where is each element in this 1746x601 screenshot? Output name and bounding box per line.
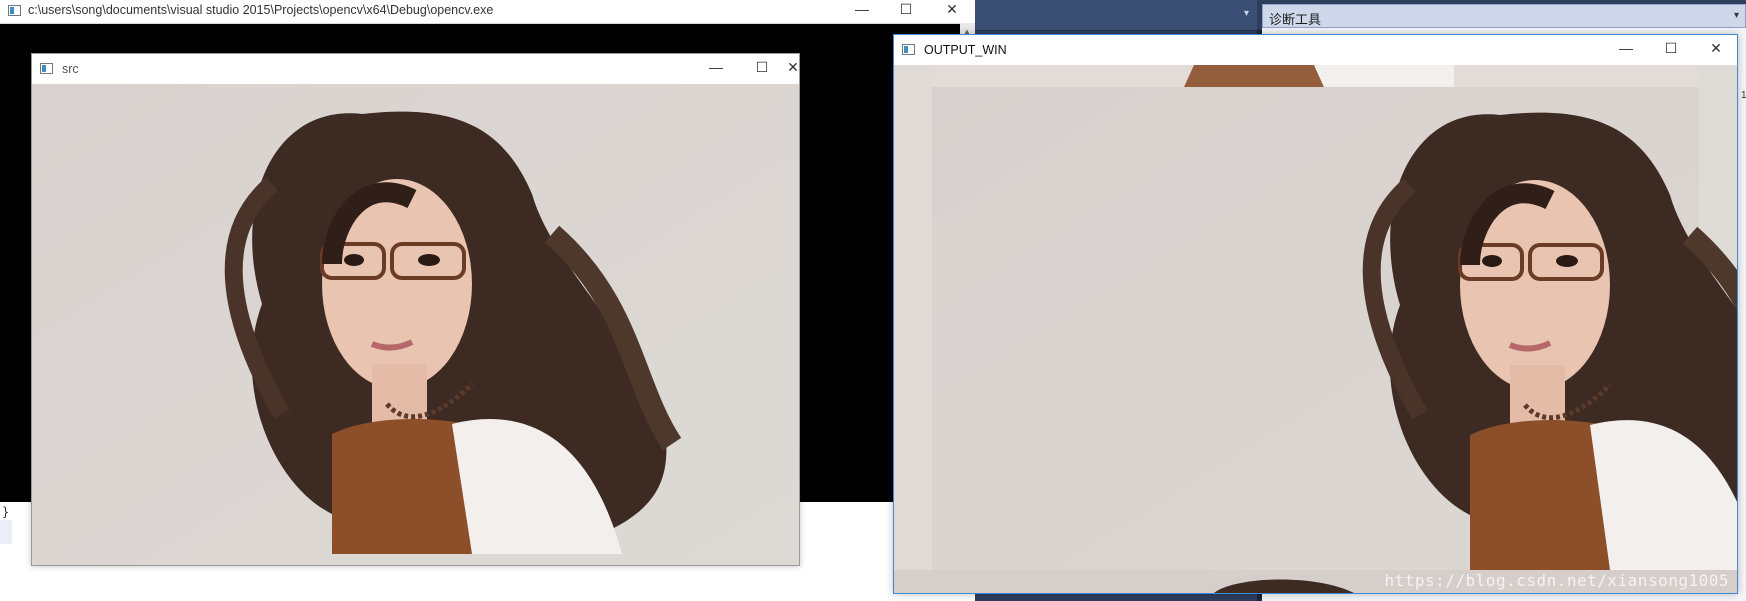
watermark-text: https://blog.csdn.net/xiansong1005 — [1384, 571, 1729, 590]
chevron-down-icon[interactable]: ▾ — [1734, 10, 1739, 21]
output-title: OUTPUT_WIN — [924, 43, 1007, 57]
output-titlebar[interactable]: OUTPUT_WIN — ☐ ✕ — [894, 35, 1737, 65]
chevron-down-icon[interactable]: ▾ — [1244, 8, 1249, 19]
src-app-icon — [40, 63, 53, 74]
editor-gutter — [0, 520, 12, 544]
console-app-icon — [8, 5, 21, 16]
src-image — [32, 84, 799, 565]
output-image: https://blog.csdn.net/xiansong1005 — [894, 65, 1737, 593]
console-titlebar[interactable]: c:\users\song\documents\visual studio 20… — [0, 0, 975, 24]
src-maximize-button[interactable]: ☐ — [740, 58, 784, 80]
panel-text-fragment: 1 — [1741, 90, 1746, 101]
output-app-icon — [902, 44, 915, 55]
console-close-button[interactable]: ✕ — [930, 0, 974, 22]
diagnostic-tools-header[interactable]: 诊断工具 ▾ — [1262, 4, 1746, 28]
src-close-button[interactable]: ✕ — [786, 58, 800, 80]
output-close-button[interactable]: ✕ — [1694, 39, 1738, 61]
portrait-photo — [32, 84, 799, 565]
output-minimize-button[interactable]: — — [1604, 39, 1648, 61]
code-brace: } — [2, 505, 10, 519]
src-window[interactable]: src — ☐ ✕ — [31, 53, 800, 566]
console-minimize-button[interactable]: — — [840, 0, 884, 22]
src-minimize-button[interactable]: — — [694, 58, 738, 80]
portrait-photo-shifted — [894, 65, 1737, 593]
output-window[interactable]: OUTPUT_WIN — ☐ ✕ https://blog.csdn.net/x… — [893, 34, 1738, 594]
src-titlebar[interactable]: src — ☐ ✕ — [32, 54, 799, 84]
console-maximize-button[interactable]: ☐ — [884, 0, 928, 22]
output-maximize-button[interactable]: ☐ — [1649, 39, 1693, 61]
ide-dropdown-bar[interactable]: ▾ — [975, 0, 1257, 31]
console-title: c:\users\song\documents\visual studio 20… — [28, 3, 494, 17]
diagnostic-tools-title: 诊断工具 — [1269, 12, 1322, 27]
src-title: src — [62, 62, 79, 76]
